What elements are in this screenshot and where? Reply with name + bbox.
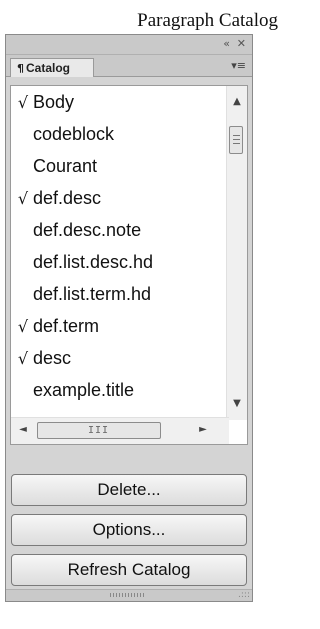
list-item-label: def.desc [33, 188, 102, 208]
window-title: Paragraph Catalog [137, 10, 278, 31]
checkmark-icon: √ [17, 349, 29, 368]
list-item[interactable]: def.list.desc.hd [11, 246, 153, 278]
delete-button[interactable]: Delete... [11, 474, 247, 506]
list-item-label: Body [33, 92, 75, 112]
refresh-catalog-button[interactable]: Refresh Catalog [11, 554, 247, 586]
list-item-label: desc [33, 348, 72, 368]
paragraph-icon: ¶ [17, 62, 24, 75]
list-item[interactable]: √ Body [11, 86, 74, 118]
options-button[interactable]: Options... [11, 514, 247, 546]
list-item[interactable]: def.desc.note [11, 214, 141, 246]
list-item-label: def.list.desc.hd [33, 252, 154, 272]
list-item-label: def.list.term.hd [33, 284, 152, 304]
list-item-label: def.term [33, 316, 100, 336]
list-item[interactable]: example.title [11, 374, 134, 406]
list-item[interactable]: codeblock [11, 118, 114, 150]
tab-catalog[interactable]: ¶ Catalog [10, 58, 94, 77]
panel-title-bar: « ✕ [6, 35, 252, 55]
list-item-label: Courant [33, 156, 98, 176]
tab-bar: ¶ Catalog ▾≡ [6, 55, 252, 77]
paragraph-list[interactable]: √ Body codeblock Courant √ def.desc def.de… [10, 85, 248, 445]
tab-catalog-label: Catalog [26, 61, 71, 75]
resize-handle-icon[interactable]: .::: [238, 590, 250, 600]
horizontal-scrollbar[interactable]: ◄ III ► [11, 417, 229, 444]
checkmark-icon: √ [17, 189, 29, 208]
scroll-up-icon[interactable]: ▲ [227, 96, 247, 107]
list-item-label: codeblock [33, 124, 115, 144]
panel-menu-icon[interactable]: ▾≡ [231, 59, 246, 72]
list-item[interactable]: def.list.term.hd [11, 278, 151, 310]
collapse-icon[interactable]: « [223, 37, 230, 50]
horizontal-scroll-thumb[interactable]: III [37, 422, 161, 439]
scroll-grip-icon: III [88, 425, 110, 436]
checkmark-icon: √ [17, 93, 29, 112]
catalog-panel: « ✕ ¶ Catalog ▾≡ √ Body codeblock Courant … [5, 34, 253, 602]
list-item[interactable]: Courant [11, 150, 97, 182]
checkmark-icon: √ [17, 317, 29, 336]
list-item-label: example.title [33, 380, 135, 400]
list-item[interactable]: √ def.desc [11, 182, 101, 214]
list-item[interactable]: √ def.term [11, 310, 99, 342]
list-item-label: def.desc.note [33, 220, 142, 240]
scroll-left-icon[interactable]: ◄ [13, 424, 33, 435]
drag-grip-icon[interactable] [110, 593, 144, 597]
panel-footer: .::: [6, 589, 252, 601]
vertical-scroll-thumb[interactable] [229, 126, 243, 154]
close-icon[interactable]: ✕ [237, 37, 246, 50]
vertical-scrollbar[interactable]: ▲ ▼ [226, 86, 247, 420]
scroll-right-icon[interactable]: ► [193, 424, 213, 435]
list-item[interactable]: √ desc [11, 342, 71, 374]
scroll-down-icon[interactable]: ▼ [227, 398, 247, 409]
